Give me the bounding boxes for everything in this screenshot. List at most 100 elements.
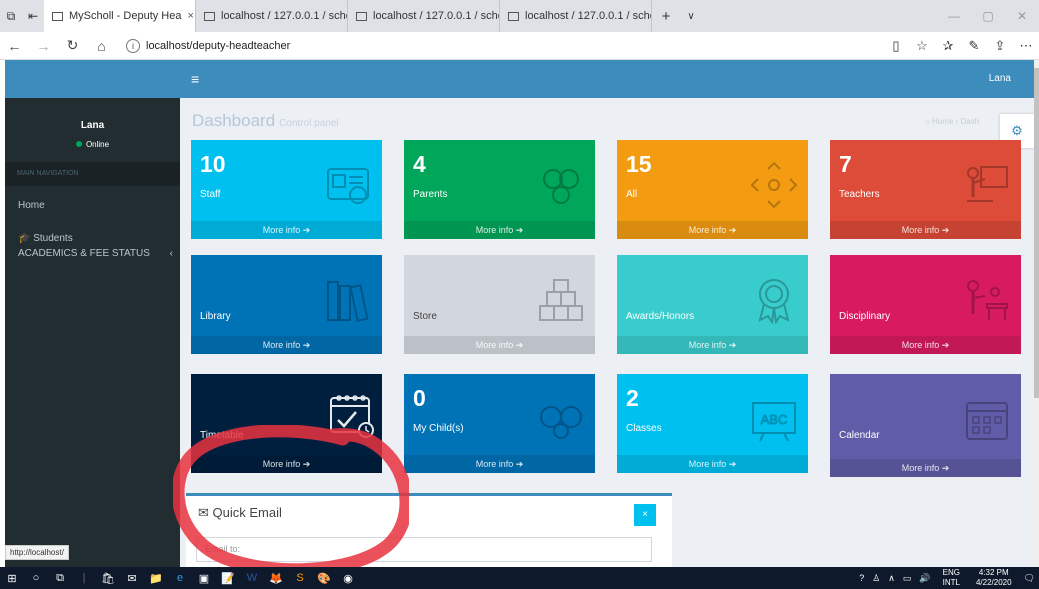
more-info-link[interactable]: More info ➔ [830,336,1021,354]
box-label: Disciplinary [839,311,891,322]
site-info-icon[interactable]: i [126,38,140,53]
calendar-box[interactable]: Calendar More info ➔ [830,374,1021,477]
box-label: Store [413,311,437,322]
teacher-icon [967,166,1008,202]
refresh-button[interactable]: ↻ [58,37,87,54]
reading-view-icon[interactable]: ▯ [883,38,909,54]
file-explorer-icon[interactable]: 📁 [144,572,168,585]
home-button[interactable]: ⌂ [87,38,116,54]
all-box[interactable]: 15 All More info ➔ [617,140,808,239]
lang-text: ENG [942,568,960,577]
box-label: Library [200,311,231,322]
more-info-link[interactable]: More info ➔ [617,455,808,473]
my-children-box[interactable]: 0 My Child(s) More info ➔ [404,374,595,473]
id-card-icon [327,168,369,204]
more-info-link[interactable]: More info ➔ [404,455,595,473]
disciplinary-box[interactable]: Disciplinary More info ➔ [830,255,1021,354]
library-box[interactable]: Library More info ➔ [191,255,382,354]
children-icon [540,406,582,439]
more-info-link[interactable]: More info ➔ [404,221,595,239]
more-info-link[interactable]: More info ➔ [191,221,382,239]
help-icon[interactable]: ? [859,573,864,583]
favorite-star-icon[interactable]: ☆ [909,38,935,54]
input-language[interactable]: ENG INTL [943,568,960,588]
paint-icon[interactable]: 🎨 [312,572,336,585]
separator: | [82,572,86,584]
close-tab-icon[interactable]: × [182,10,194,22]
edge-icon[interactable]: e [168,572,192,584]
notepad-icon[interactable]: 📝 [216,572,240,585]
email-to-field[interactable]: Email to: [196,537,652,562]
box-number: 4 [413,151,426,177]
store-box[interactable]: Store More info ➔ [404,255,595,354]
tab-localhost-3[interactable]: localhost / 127.0.0.1 / schoc [500,0,652,32]
teachers-box[interactable]: 7 Teachers More info ➔ [830,140,1021,239]
store-icon[interactable]: 🛍 [96,572,120,585]
box-number: 0 [413,385,426,411]
scrollbar-thumb[interactable] [1034,68,1039,398]
parents-box[interactable]: 4 Parents More info ➔ [404,140,595,239]
firefox-icon[interactable]: 🦊 [264,572,288,585]
awards-box[interactable]: Awards/Honors More info ➔ [617,255,808,354]
sidebar-item-students[interactable]: 🎓 Students [18,233,73,244]
battery-icon[interactable]: ▭ [903,573,912,584]
app-icon[interactable]: ▣ [192,572,216,585]
people-icon[interactable]: ♙ [872,573,880,584]
breadcrumb[interactable]: ⌂ Home › Dash [925,117,979,126]
word-icon[interactable]: W [240,572,264,584]
online-status: Online [5,140,180,149]
url-field[interactable]: i localhost/deputy-headteacher [126,35,856,57]
notifications-icon[interactable]: 🗨 [1024,573,1035,584]
maximize-button[interactable]: ▢ [971,9,1005,23]
windows-start-icon[interactable]: ⊞ [0,572,24,585]
page-icon [508,11,519,21]
search-icon[interactable]: ○ [24,572,48,584]
tab-myschool[interactable]: MyScholl - Deputy Hea × [44,0,196,32]
more-menu-icon[interactable]: ⋯ [1013,38,1039,54]
top-user-name[interactable]: Lana [989,73,1011,84]
pen-icon[interactable]: ✎ [961,38,987,54]
new-tab-button[interactable]: + [652,8,680,25]
calendar-check-icon [330,395,374,438]
clock[interactable]: 4:32 PM 4/22/2020 [976,568,1012,588]
close-button[interactable]: × [634,504,656,526]
more-info-link[interactable]: More info ➔ [191,336,382,354]
page-icon [204,11,215,21]
page-subtitle: Control panel [279,118,339,129]
more-info-link[interactable]: More info ➔ [830,221,1021,239]
more-info-link[interactable]: More info ➔ [617,221,808,239]
date-text: 4/22/2020 [975,578,1012,587]
close-window-button[interactable]: ✕ [1005,9,1039,23]
timetable-box[interactable]: Timetable More info ➔ [191,374,382,473]
status-url-tooltip: http://localhost/ [5,545,69,560]
more-info-link[interactable]: More info ➔ [617,336,808,354]
volume-icon[interactable]: 🔊 [919,573,930,584]
sidebar-toggle-icon[interactable]: ≡ [191,71,199,87]
task-view-icon[interactable]: ⧉ [48,572,72,585]
windows-taskbar: ⊞ ○ ⧉ | 🛍 ✉ 📁 e ▣ 📝 W 🦊 S 🎨 ◉ ? ♙ ∧ ▭ 🔊 … [0,567,1039,589]
back-button[interactable]: ← [0,38,29,54]
staff-box[interactable]: 10 Staff More info ➔ [191,140,382,239]
tab-aside-icon[interactable]: ⇤ [22,9,44,23]
sublime-icon[interactable]: S [288,572,312,584]
tab-actions-icon[interactable]: ⧉ [0,9,22,24]
tab-localhost-1[interactable]: localhost / 127.0.0.1 / schoc [196,0,348,32]
tab-menu-chevron-icon[interactable]: ∨ [680,11,702,22]
sidebar-item-home[interactable]: Home [18,200,45,211]
show-hidden-icons-chevron-icon[interactable]: ∧ [888,573,895,584]
page-icon [52,11,63,21]
favorites-list-icon[interactable]: ✰ [935,38,961,54]
minimize-button[interactable]: — [937,9,971,23]
more-info-link[interactable]: More info ➔ [830,459,1021,477]
tab-localhost-2[interactable]: localhost / 127.0.0.1 / schoc [348,0,500,32]
mail-icon[interactable]: ✉ [120,572,144,585]
more-info-link[interactable]: More info ➔ [191,455,382,473]
forward-button[interactable]: → [29,38,58,54]
share-icon[interactable]: ⇪ [987,38,1013,54]
sidebar-item-academics[interactable]: ACADEMICS & FEE STATUS [18,248,173,259]
chrome-icon[interactable]: ◉ [336,572,360,585]
classes-box[interactable]: 2 Classes ABC More info ➔ [617,374,808,473]
page-scrollbar[interactable] [1034,60,1039,567]
more-info-link[interactable]: More info ➔ [404,336,595,354]
chevron-left-icon[interactable]: ‹ [170,248,173,259]
